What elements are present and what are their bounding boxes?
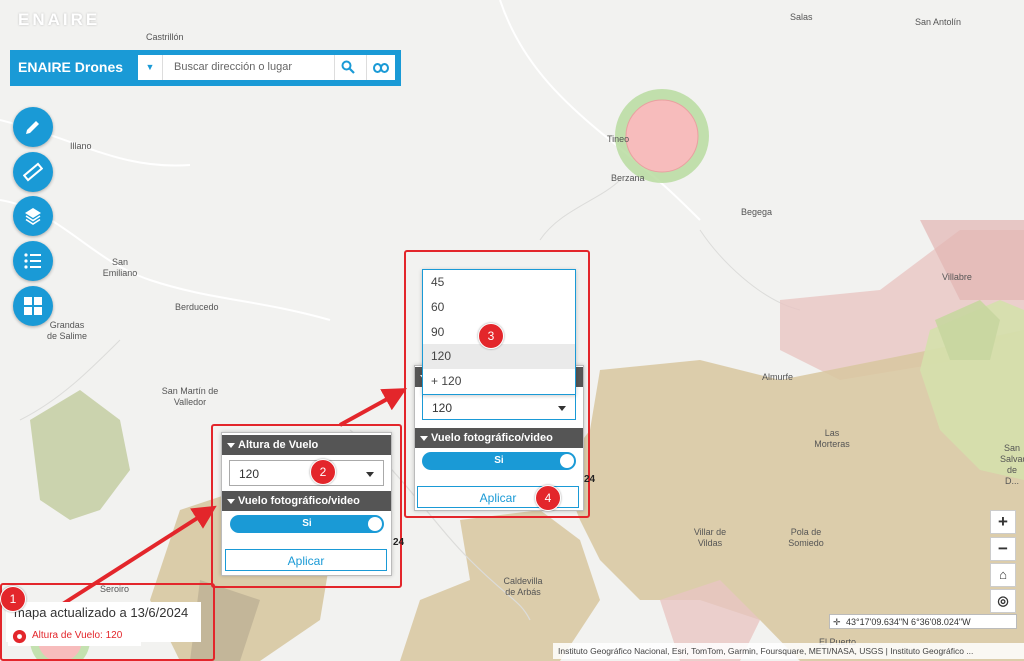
- video-toggle[interactable]: Si: [422, 452, 576, 470]
- zoom-in-button[interactable]: +: [990, 510, 1016, 534]
- crosshair-icon: ◎: [997, 593, 1009, 608]
- home-icon: ⌂: [999, 567, 1007, 582]
- height-select-value: 120: [432, 401, 453, 415]
- home-button[interactable]: ⌂: [990, 563, 1016, 587]
- height-indicator[interactable]: Altura de Vuelo: 120: [8, 626, 141, 646]
- annotation-badge-1: 1: [0, 586, 26, 612]
- edge-number: 24: [393, 537, 405, 548]
- height-select[interactable]: 120: [229, 460, 384, 486]
- coordinates-display: ✛ 43°17'09.634"N 6°36'08.024"W: [829, 614, 1017, 629]
- flight-settings-panel: Altura de Vuelo 120 Vuelo fotográfico/vi…: [221, 432, 392, 576]
- height-indicator-label: Altura de Vuelo: 120: [32, 630, 123, 641]
- height-option-selected[interactable]: 120: [423, 344, 575, 369]
- gear-icon: [12, 629, 27, 644]
- height-section-header[interactable]: Altura de Vuelo: [222, 435, 391, 455]
- height-option[interactable]: 60: [423, 295, 575, 320]
- coordinates-text: 43°17'09.634"N 6°36'08.024"W: [846, 617, 971, 627]
- video-toggle[interactable]: Si: [230, 515, 384, 533]
- video-section-header[interactable]: Vuelo fotográfico/video: [415, 428, 583, 448]
- height-select[interactable]: 120: [422, 394, 576, 420]
- caret-down-icon: [558, 406, 566, 411]
- caret-down-icon: [366, 472, 374, 477]
- height-option[interactable]: 45: [423, 270, 575, 295]
- annotation-badge-4: 4: [535, 485, 561, 511]
- crosshair-icon: ✛: [833, 617, 841, 627]
- video-toggle-label: Si: [494, 455, 504, 466]
- annotation-badge-2: 2: [310, 459, 336, 485]
- plus-icon: +: [998, 512, 1008, 531]
- apply-button[interactable]: Aplicar: [225, 549, 387, 571]
- annotation-badge-3: 3: [478, 323, 504, 349]
- minus-icon: −: [998, 539, 1008, 558]
- map-updated-text: mapa actualizado a 13/6/2024: [14, 605, 189, 620]
- height-select-value: 120: [239, 467, 260, 481]
- map-attribution: Instituto Geográfico Nacional, Esri, Tom…: [553, 643, 1024, 659]
- edge-number: 24: [584, 474, 596, 485]
- toggle-knob: [368, 517, 382, 531]
- zoom-out-button[interactable]: −: [990, 537, 1016, 561]
- height-option[interactable]: + 120: [423, 369, 575, 394]
- video-toggle-label: Si: [302, 518, 312, 529]
- video-section-header[interactable]: Vuelo fotográfico/video: [222, 491, 391, 511]
- toggle-knob: [560, 454, 574, 468]
- locate-button[interactable]: ◎: [990, 589, 1016, 613]
